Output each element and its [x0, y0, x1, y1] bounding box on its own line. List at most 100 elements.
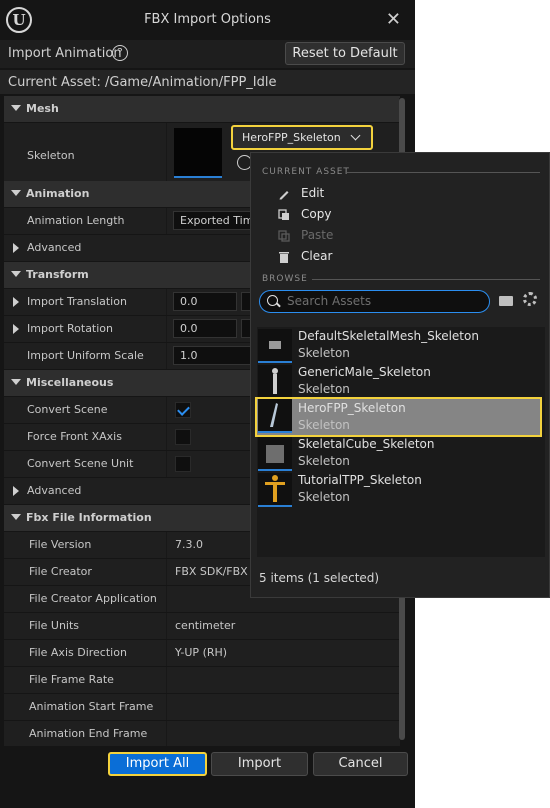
- current-asset-heading: CURRENT ASSET: [262, 167, 350, 177]
- menu-item-label: Clear: [301, 249, 333, 263]
- category-mesh[interactable]: Mesh: [4, 96, 400, 123]
- expand-arrow-icon[interactable]: [13, 243, 19, 253]
- animation-length-label: Animation Length: [27, 214, 125, 227]
- menu-item-clear[interactable]: Clear: [251, 249, 549, 267]
- convert-scene-checkbox[interactable]: [175, 402, 191, 418]
- help-icon[interactable]: ?: [112, 45, 128, 61]
- expand-arrow-icon[interactable]: [13, 486, 19, 496]
- category-label: Animation: [26, 187, 90, 200]
- list-item[interactable]: DefaultSkeletalMesh_Skeleton Skeleton: [257, 327, 545, 363]
- advanced-label: Advanced: [27, 484, 82, 497]
- menu-item-edit[interactable]: Edit: [251, 186, 549, 204]
- skeleton-asset-icon: [258, 437, 292, 471]
- skeleton-asset-icon: [258, 473, 292, 507]
- menu-item-label: Paste: [301, 228, 334, 242]
- fbx-info-label: Animation Start Frame: [29, 700, 154, 713]
- list-item-selected[interactable]: HeroFPP_Skeleton Skeleton: [255, 397, 542, 437]
- asset-type: Skeleton: [298, 382, 350, 396]
- expand-arrow-icon[interactable]: [13, 297, 19, 307]
- close-icon[interactable]: ✕: [386, 9, 401, 30]
- translation-x-field[interactable]: 0.0: [173, 292, 237, 311]
- skeleton-asset-icon: [258, 399, 292, 433]
- fbx-info-value: 7.3.0: [175, 538, 203, 551]
- fbx-info-value: centimeter: [175, 619, 236, 632]
- window-title: FBX Import Options: [144, 12, 271, 27]
- divider: [347, 172, 540, 173]
- expand-arrow-icon[interactable]: [13, 324, 19, 334]
- asset-name: DefaultSkeletalMesh_Skeleton: [298, 329, 479, 343]
- collapse-arrow-icon[interactable]: [11, 190, 21, 196]
- trash-icon: [278, 251, 290, 263]
- asset-type: Skeleton: [298, 418, 350, 432]
- list-item[interactable]: SkeletalCube_Skeleton Skeleton: [257, 435, 545, 471]
- fbx-info-label: File Creator: [29, 565, 92, 578]
- list-item[interactable]: TutorialTPP_Skeleton Skeleton: [257, 471, 545, 507]
- fbx-info-label: Animation End Frame: [29, 727, 148, 740]
- copy-icon: [278, 209, 290, 221]
- force-front-xaxis-checkbox[interactable]: [175, 429, 191, 445]
- paste-icon: [278, 230, 290, 242]
- collapse-arrow-icon[interactable]: [11, 514, 21, 520]
- skeleton-thumbnail[interactable]: [174, 128, 222, 178]
- fbx-info-row: Animation Start Frame: [4, 694, 400, 721]
- folder-icon[interactable]: [499, 296, 513, 306]
- convert-scene-unit-checkbox[interactable]: [175, 456, 191, 472]
- list-item[interactable]: GenericMale_Skeleton Skeleton: [257, 363, 545, 399]
- title-bar: U FBX Import Options ✕: [0, 0, 415, 40]
- collapse-arrow-icon[interactable]: [11, 105, 21, 111]
- divider: [312, 279, 540, 280]
- asset-name: GenericMale_Skeleton: [298, 365, 431, 379]
- fbx-info-label: File Axis Direction: [29, 646, 127, 659]
- rotation-x-field[interactable]: 0.0: [173, 319, 237, 338]
- skeleton-label: Skeleton: [27, 149, 75, 162]
- item-count-status: 5 items (1 selected): [259, 571, 380, 585]
- fbx-info-value: FBX SDK/FBX P: [175, 565, 258, 578]
- search-assets-input[interactable]: Search Assets: [259, 290, 490, 313]
- fbx-info-value: Y-UP (RH): [175, 646, 228, 659]
- convert-scene-label: Convert Scene: [27, 403, 108, 416]
- import-button[interactable]: Import: [211, 752, 308, 776]
- category-label: Transform: [26, 268, 89, 281]
- menu-item-label: Edit: [301, 186, 325, 200]
- collapse-arrow-icon[interactable]: [11, 271, 21, 277]
- menu-item-paste[interactable]: Paste: [251, 228, 549, 246]
- browse-heading: BROWSE: [262, 274, 308, 284]
- force-front-xaxis-label: Force Front XAxis: [27, 430, 122, 443]
- category-label: Fbx File Information: [26, 511, 152, 524]
- import-all-button[interactable]: Import All: [108, 752, 207, 776]
- import-animation-label: Import Animation: [8, 46, 122, 61]
- import-uniform-scale-label: Import Uniform Scale: [27, 349, 144, 362]
- menu-item-copy[interactable]: Copy: [251, 207, 549, 225]
- search-icon: [267, 295, 278, 306]
- cancel-button[interactable]: Cancel: [313, 752, 408, 776]
- asset-name: SkeletalCube_Skeleton: [298, 437, 435, 451]
- reset-to-default-button[interactable]: Reset to Default: [285, 42, 405, 65]
- category-label: Mesh: [26, 102, 59, 115]
- menu-item-label: Copy: [301, 207, 332, 221]
- skeleton-combo[interactable]: HeroFPP_Skeleton: [231, 125, 373, 150]
- asset-type: Skeleton: [298, 454, 350, 468]
- current-asset-bar: Current Asset: /Game/Animation/FPP_Idle: [0, 70, 415, 94]
- search-placeholder: Search Assets: [287, 294, 372, 308]
- category-label: Miscellaneous: [26, 376, 114, 389]
- import-translation-label: Import Translation: [27, 295, 127, 308]
- asset-name: HeroFPP_Skeleton: [298, 401, 406, 415]
- gear-icon[interactable]: [523, 292, 537, 306]
- convert-scene-unit-label: Convert Scene Unit: [27, 457, 134, 470]
- fbx-info-row: File Units centimeter: [4, 613, 400, 640]
- asset-list: DefaultSkeletalMesh_Skeleton Skeleton Ge…: [255, 327, 545, 557]
- fbx-info-label: File Units: [29, 619, 80, 632]
- current-asset-path: Current Asset: /Game/Animation/FPP_Idle: [8, 75, 277, 90]
- fbx-info-row: File Frame Rate: [4, 667, 400, 694]
- skeleton-combo-value: HeroFPP_Skeleton: [242, 131, 341, 144]
- fbx-info-label: File Creator Application: [29, 592, 157, 605]
- chevron-down-icon: [350, 130, 361, 141]
- asset-type: Skeleton: [298, 490, 350, 504]
- collapse-arrow-icon[interactable]: [11, 379, 21, 385]
- skeleton-asset-icon: [258, 329, 292, 363]
- skeleton-picker-popup: CURRENT ASSET Edit Copy Paste Clear BROW…: [250, 152, 550, 598]
- fbx-info-row: File Axis Direction Y-UP (RH): [4, 640, 400, 667]
- import-rotation-label: Import Rotation: [27, 322, 114, 335]
- fbx-info-label: File Version: [29, 538, 92, 551]
- fbx-info-label: File Frame Rate: [29, 673, 114, 686]
